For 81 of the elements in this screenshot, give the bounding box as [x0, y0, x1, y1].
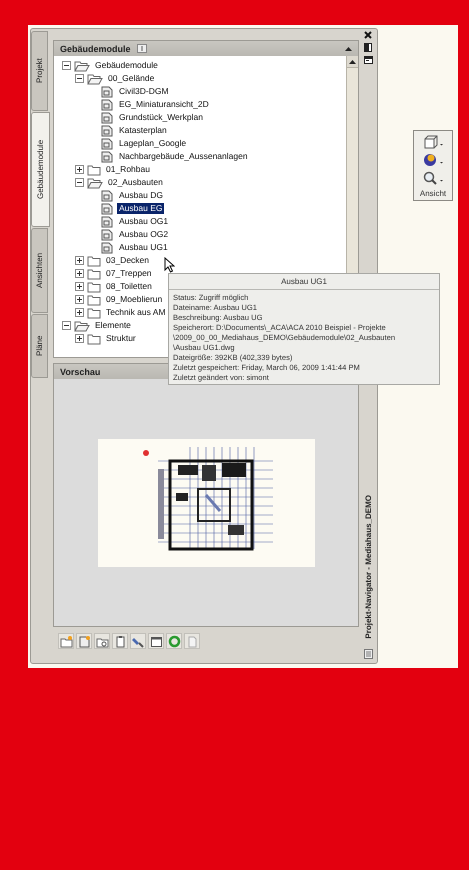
expand-icon[interactable]: [75, 308, 84, 317]
tree-item[interactable]: Ausbau OG2: [117, 229, 170, 240]
shading-button[interactable]: [423, 151, 443, 169]
tree-item[interactable]: 03_Decken: [104, 255, 152, 266]
drawing-file-icon: [100, 138, 114, 150]
tree-item[interactable]: Gebäudemodule: [93, 60, 160, 71]
tree-item[interactable]: 07_Treppen: [104, 268, 154, 279]
tree-item[interactable]: Ausbau EG: [117, 203, 164, 214]
panel-tab[interactable]: Pläne: [31, 314, 48, 378]
collapse-icon[interactable]: [62, 321, 71, 330]
drawing-file-icon: [100, 150, 114, 162]
open-folder-icon: [87, 176, 103, 188]
expand-icon[interactable]: [75, 269, 84, 278]
clipboard-icon[interactable]: [112, 633, 128, 649]
folder-icon: [87, 306, 101, 318]
drawing-file-icon: [100, 112, 114, 124]
tree-item[interactable]: Ausbau DG: [117, 190, 165, 201]
tree-item[interactable]: Nachbargebäude_Aussenanlagen: [117, 151, 250, 162]
tree-item[interactable]: Grundstück_Werkplan: [117, 112, 205, 123]
tree-item[interactable]: Civil3D-DGM: [117, 86, 171, 97]
drawing-file-icon: [100, 86, 114, 98]
autohide-icon[interactable]: [364, 43, 372, 52]
folder-icon[interactable]: [94, 633, 110, 649]
folder-icon: [87, 268, 101, 280]
tree-item[interactable]: 08_Toiletten: [104, 281, 154, 292]
collapse-icon[interactable]: [75, 74, 84, 83]
properties-icon[interactable]: [364, 56, 372, 64]
drawing-file-icon: [100, 202, 114, 214]
pointer-icon: [164, 257, 175, 273]
drawing-file-icon: [100, 242, 114, 254]
panel-title: Projekt-Navigator - Mediahaus_DEMO: [364, 495, 372, 639]
view-cube-button[interactable]: [423, 133, 443, 151]
expand-icon[interactable]: [75, 295, 84, 304]
expand-icon[interactable]: [75, 334, 84, 343]
tree-item[interactable]: Ausbau UG1: [117, 242, 170, 253]
section-title: Vorschau: [60, 366, 100, 376]
tree-item[interactable]: Katasterplan: [117, 125, 169, 136]
collapse-icon[interactable]: [62, 61, 71, 70]
tree-item[interactable]: Technik aus AM: [104, 307, 168, 318]
section-title: Gebäudemodule: [60, 44, 131, 54]
tree-item[interactable]: Elemente: [93, 320, 133, 331]
folder-icon: [87, 280, 101, 292]
folder-icon: [87, 254, 101, 266]
tree-item[interactable]: 00_Gelände: [106, 73, 156, 84]
zoom-button[interactable]: [423, 169, 443, 187]
open-folder-icon: [87, 72, 103, 84]
collapse-icon[interactable]: [345, 46, 352, 50]
tree-item[interactable]: EG_Miniaturansicht_2D: [117, 99, 211, 110]
toolbar-label: Ansicht: [420, 189, 446, 198]
drawing-file-icon: [100, 228, 114, 240]
expand-icon[interactable]: [75, 256, 84, 265]
expand-icon[interactable]: [75, 282, 84, 291]
tool-icon[interactable]: [130, 633, 146, 649]
drawing-file-icon: [100, 190, 114, 202]
folder-icon: [87, 332, 101, 344]
panel-tab[interactable]: Gebäudemodule: [31, 112, 50, 227]
panel-tab[interactable]: Projekt: [31, 31, 48, 111]
drawing-file-icon: [100, 98, 114, 110]
collapse-icon[interactable]: [75, 178, 84, 187]
tree-item[interactable]: Lageplan_Google: [117, 138, 188, 149]
menu-icon[interactable]: [364, 649, 372, 659]
tree-item[interactable]: 09_Moeblierun: [104, 294, 164, 305]
tree-item[interactable]: 01_Rohbau: [104, 164, 152, 175]
tree-item[interactable]: Ausbau OG1: [117, 216, 170, 227]
panel-tab[interactable]: Ansichten: [31, 228, 48, 313]
folder-icon: [87, 294, 101, 306]
drawing-file-icon: [100, 216, 114, 228]
expand-icon[interactable]: [75, 165, 84, 174]
drawing-file-icon: [100, 124, 114, 136]
new-folder-icon[interactable]: [58, 633, 74, 649]
tooltip-title: Ausbau UG1: [281, 277, 327, 286]
info-icon: [136, 44, 147, 53]
open-folder-icon: [74, 60, 90, 72]
close-button[interactable]: [364, 31, 372, 39]
tree-item[interactable]: 02_Ausbauten: [106, 177, 165, 188]
window-icon[interactable]: [148, 633, 164, 649]
folder-icon: [87, 164, 101, 176]
tree-item[interactable]: Struktur: [104, 333, 138, 344]
scroll-up-icon[interactable]: [349, 60, 356, 64]
new-document-icon[interactable]: [76, 633, 92, 649]
open-folder-icon: [74, 320, 90, 332]
